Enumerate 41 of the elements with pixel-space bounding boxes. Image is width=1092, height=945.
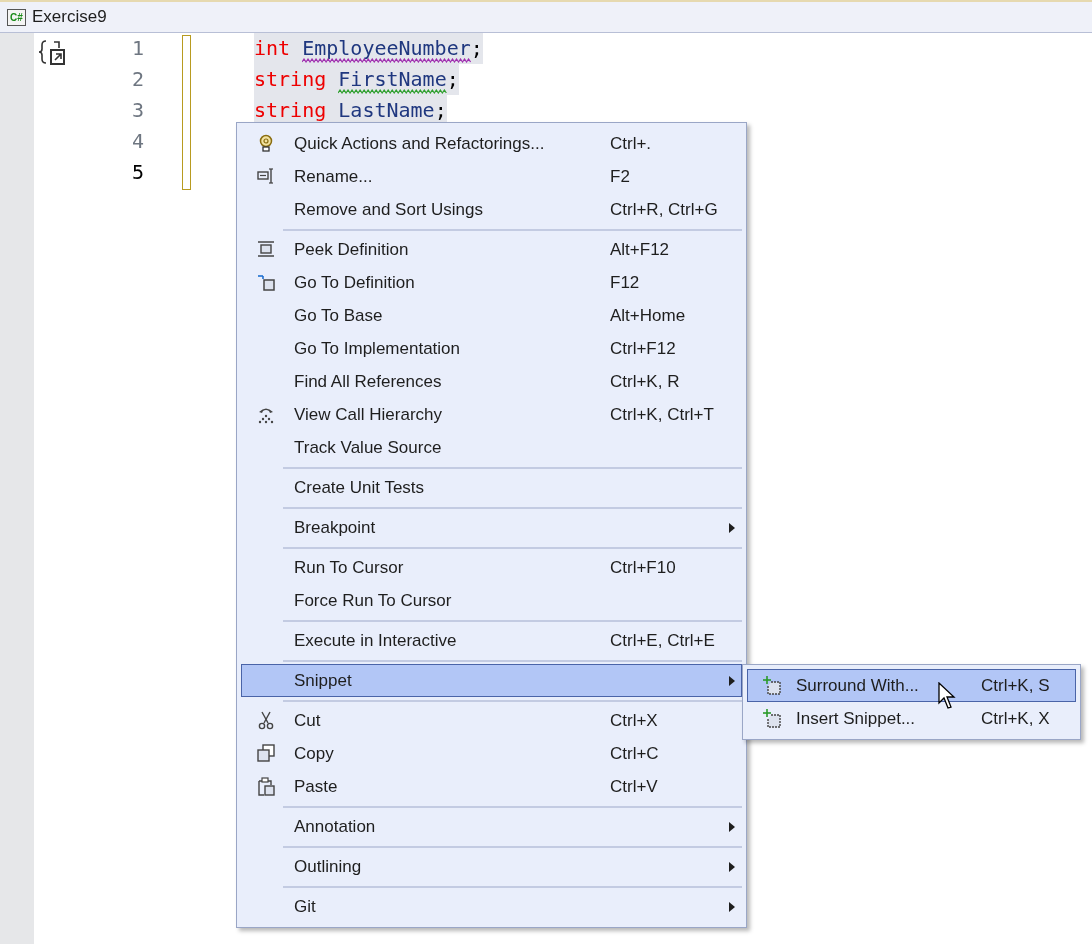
menu-item[interactable]: Go To Definition F12 (241, 266, 742, 299)
clipboard-icon (257, 777, 275, 796)
plus-square-icon (763, 676, 781, 695)
menu-item[interactable]: Rename... F2 (241, 160, 742, 193)
csharp-file-icon: C# (7, 8, 26, 26)
line-number: 3 (130, 97, 144, 124)
menu-item[interactable]: Run To Cursor Ctrl+F10 (241, 551, 742, 584)
menu-item[interactable]: Breakpoint (241, 511, 742, 544)
menu-item[interactable]: Quick Actions and Refactorings... Ctrl+. (241, 127, 742, 160)
menu-item[interactable]: Copy Ctrl+C (241, 737, 742, 770)
rename-icon (257, 167, 275, 186)
menu-item[interactable]: Insert Snippet... Ctrl+K, X (747, 702, 1076, 735)
plus-square-icon (763, 709, 781, 728)
menu-item[interactable]: Go To Base Alt+Home (241, 299, 742, 332)
scissors-icon (257, 711, 275, 730)
menu-item[interactable]: Cut Ctrl+X (241, 704, 742, 737)
arrow-square-icon (257, 273, 275, 292)
menu-item[interactable]: Track Value Source (241, 431, 742, 464)
menu-item[interactable]: Remove and Sort Usings Ctrl+R, Ctrl+G (241, 193, 742, 226)
copy-icon (257, 744, 275, 763)
menu-item[interactable]: Create Unit Tests (241, 471, 742, 504)
menu-item[interactable]: Snippet (241, 664, 742, 697)
menu-item[interactable]: Paste Ctrl+V (241, 770, 742, 803)
line-number: 4 (130, 128, 144, 155)
line-number: 5 (130, 159, 144, 186)
menu-item[interactable]: Annotation (241, 810, 742, 843)
menu-item[interactable]: Peek Definition Alt+F12 (241, 233, 742, 266)
menu-item[interactable]: Go To Implementation Ctrl+F12 (241, 332, 742, 365)
menu-item[interactable]: View Call Hierarchy Ctrl+K, Ctrl+T (241, 398, 742, 431)
menu-item[interactable]: Force Run To Cursor (241, 584, 742, 617)
menu-item[interactable]: Git (241, 890, 742, 923)
menu-item[interactable]: Surround With... Ctrl+K, S (747, 669, 1076, 702)
lightbulb-icon (257, 134, 275, 153)
line-number: 1 (130, 35, 144, 62)
menu-item[interactable]: Execute in Interactive Ctrl+E, Ctrl+E (241, 624, 742, 657)
peek-icon (257, 240, 275, 259)
menu-item[interactable]: Find All References Ctrl+K, R (241, 365, 742, 398)
mouse-cursor-icon (938, 682, 958, 710)
document-tab-title[interactable]: Exercise9 (32, 7, 107, 27)
line-number: 2 (130, 66, 144, 93)
menu-item[interactable]: Outlining (241, 850, 742, 883)
